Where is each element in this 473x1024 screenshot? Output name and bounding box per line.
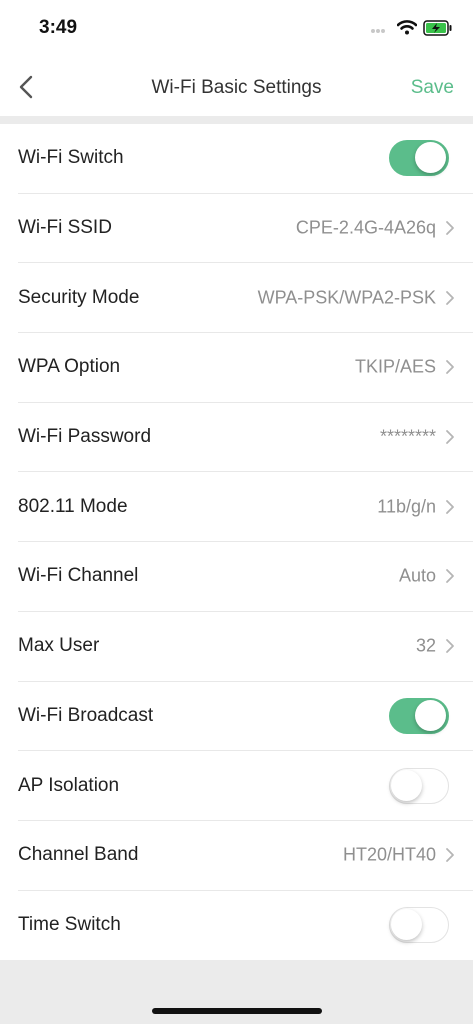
nav-bar: Wi-Fi Basic Settings Save: [0, 58, 473, 116]
setting-label: Max User: [18, 635, 100, 657]
chevron-right-icon: [446, 430, 454, 444]
setting-label: AP Isolation: [18, 774, 120, 796]
setting-label: Wi-Fi Password: [18, 426, 152, 448]
chevron-right-icon: [446, 360, 454, 375]
setting-label: Security Mode: [18, 286, 140, 308]
save-button[interactable]: Save: [411, 77, 454, 99]
setting-value: Auto: [398, 565, 436, 586]
wi-fi-broadcast-toggle[interactable]: [389, 697, 449, 734]
toggle-knob: [391, 769, 422, 801]
setting-row-ap-isolation[interactable]: AP Isolation: [18, 751, 473, 821]
setting-value: ********: [379, 426, 436, 447]
chevron-right-icon: [446, 290, 454, 305]
setting-row-wi-fi-password[interactable]: Wi-Fi Password ********: [18, 403, 473, 473]
setting-row-wi-fi-channel[interactable]: Wi-Fi Channel Auto: [18, 542, 473, 612]
setting-row-security-mode[interactable]: Security Mode WPA-PSK/WPA2-PSK: [18, 263, 473, 334]
wi-fi-switch-toggle[interactable]: [389, 140, 449, 177]
chevron-right-icon: [446, 848, 454, 863]
setting-label: 802.11 Mode: [18, 495, 128, 517]
setting-value: WPA-PSK/WPA2-PSK: [257, 287, 436, 308]
toggle-knob: [391, 909, 422, 941]
setting-row-channel-band[interactable]: Channel Band HT20/HT40: [18, 821, 473, 891]
chevron-right-icon: [446, 499, 454, 514]
setting-value: 11b/g/n: [377, 496, 436, 517]
setting-row-wi-fi-ssid[interactable]: Wi-Fi SSID CPE-2.4G-4A26q: [18, 194, 473, 264]
setting-label: Wi-Fi Switch: [18, 147, 124, 169]
home-indicator[interactable]: [152, 1008, 322, 1014]
chevron-right-icon: [446, 639, 454, 654]
setting-row-802-11-mode[interactable]: 802.11 Mode 11b/g/n: [18, 472, 473, 543]
cellular-signal-icon: [371, 29, 385, 33]
setting-row-wpa-option[interactable]: WPA Option TKIP/AES: [18, 333, 473, 403]
setting-row-time-switch[interactable]: Time Switch: [18, 891, 473, 961]
setting-value: TKIP/AES: [354, 356, 436, 377]
setting-row-wi-fi-switch[interactable]: Wi-Fi Switch: [18, 124, 473, 194]
status-time: 3:49: [39, 17, 78, 38]
setting-label: Time Switch: [18, 914, 121, 936]
setting-label: Channel Band: [18, 844, 139, 866]
toggle-knob: [415, 699, 446, 731]
ap-isolation-toggle[interactable]: [389, 767, 449, 804]
toggle-knob: [415, 142, 446, 174]
page-title: Wi-Fi Basic Settings: [151, 77, 322, 98]
setting-label: Wi-Fi Broadcast: [18, 704, 154, 726]
setting-value: HT20/HT40: [342, 844, 436, 865]
setting-value: CPE-2.4G-4A26q: [295, 217, 436, 238]
chevron-right-icon: [446, 221, 454, 235]
wifi-icon: [397, 20, 417, 35]
setting-value: 32: [415, 635, 436, 656]
status-bar: 3:49: [0, 0, 473, 58]
setting-label: Wi-Fi Channel: [18, 565, 139, 587]
screen: 3:49 Wi-Fi Basic Settings Save Wi-Fi Swi…: [0, 0, 473, 1024]
battery-charging-icon: [423, 20, 452, 36]
setting-row-wi-fi-broadcast[interactable]: Wi-Fi Broadcast: [18, 682, 473, 752]
chevron-right-icon: [446, 569, 454, 584]
settings-list: Wi-Fi Switch Wi-Fi SSID CPE-2.4G-4A26q Secu…: [0, 124, 473, 961]
setting-label: Wi-Fi SSID: [18, 217, 112, 239]
setting-row-max-user[interactable]: Max User 32: [18, 612, 473, 682]
section-divider: [0, 116, 473, 124]
setting-label: WPA Option: [18, 356, 121, 378]
time-switch-toggle[interactable]: [389, 907, 449, 944]
